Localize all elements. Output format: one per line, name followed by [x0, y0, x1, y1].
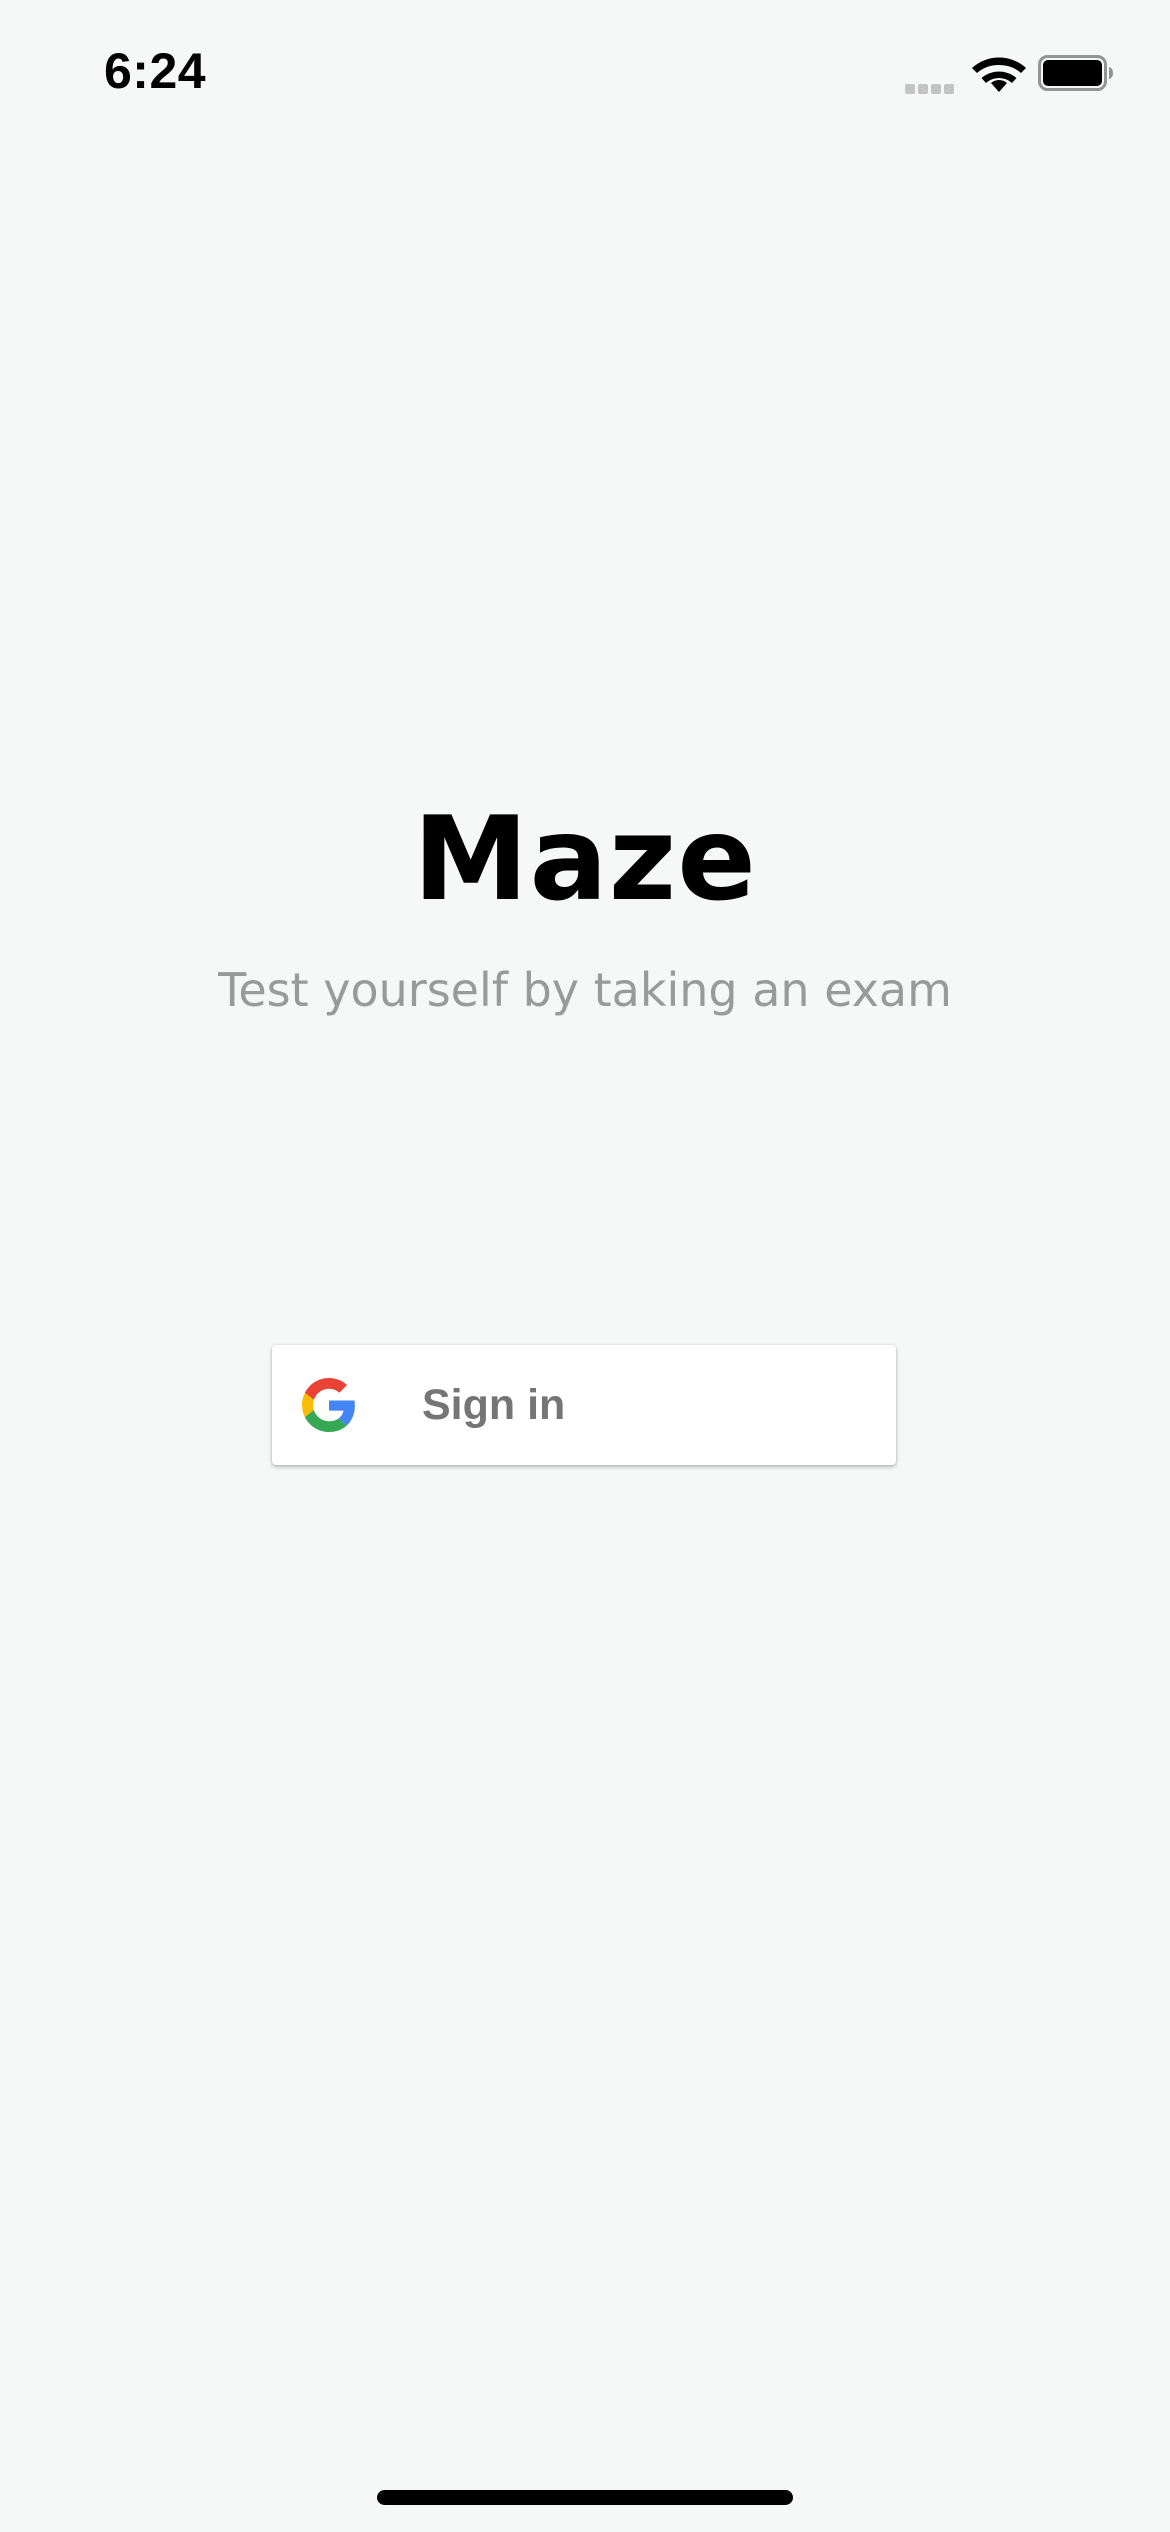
status-time: 6:24 — [104, 43, 207, 99]
sign-in-screen: 6:24 Maze Test yourself by taking an exa… — [0, 0, 1170, 2532]
signal-icon — [905, 81, 959, 94]
app-subtitle: Test yourself by taking an exam — [218, 963, 952, 1017]
home-indicator[interactable] — [377, 2490, 793, 2505]
app-title: Maze — [413, 792, 757, 927]
battery-icon — [1038, 55, 1113, 91]
google-sign-in-button[interactable]: Sign in — [272, 1345, 896, 1465]
google-icon — [302, 1378, 355, 1432]
status-bar: 6:24 — [0, 0, 1170, 150]
wifi-icon — [972, 57, 1026, 92]
sign-in-label: Sign in — [422, 1381, 566, 1429]
